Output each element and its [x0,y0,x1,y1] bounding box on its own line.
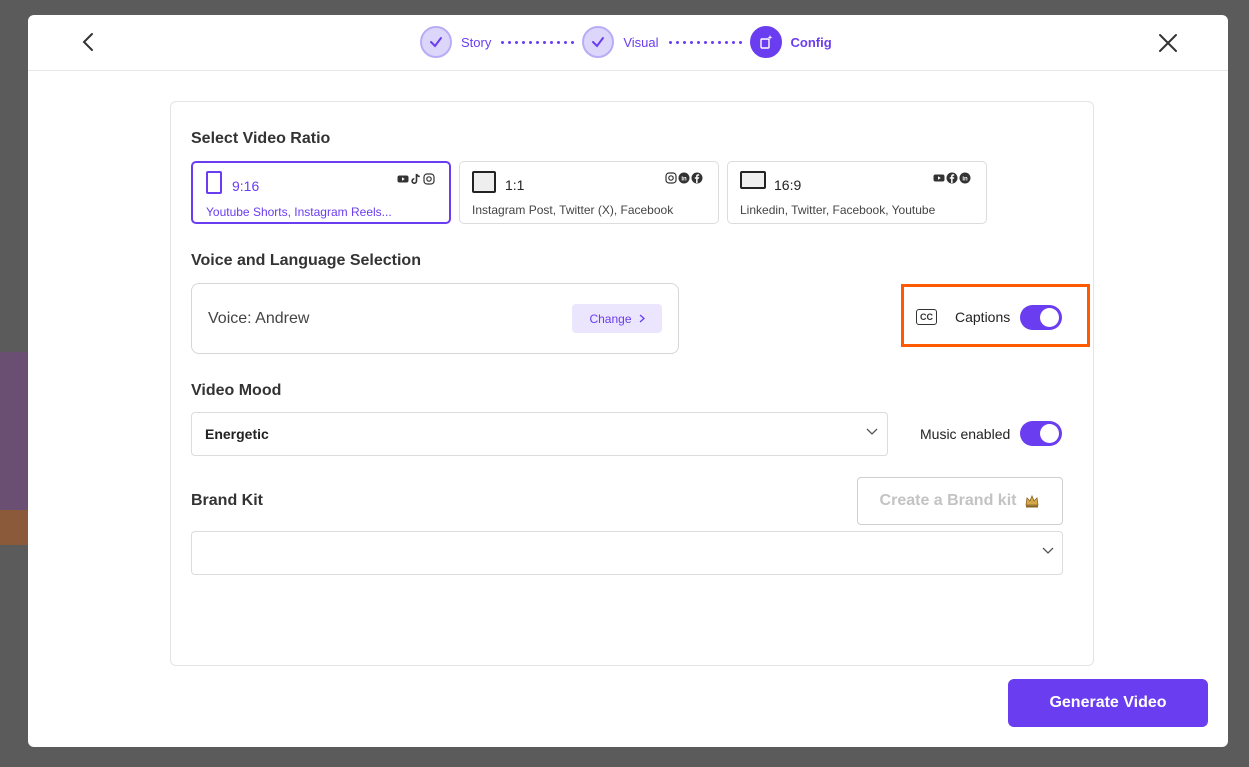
close-button[interactable] [1156,31,1180,55]
svg-text:in: in [962,176,968,182]
check-icon [592,37,605,48]
step-story-label: Story [461,34,492,50]
change-voice-button[interactable]: Change [572,304,662,333]
brand-section-title: Brand Kit [191,492,263,509]
back-button[interactable] [78,31,100,53]
background-thumbnail-footer [0,510,28,545]
mood-select[interactable]: Energetic [191,412,888,456]
youtube-icon [933,174,945,182]
step-connector [501,40,575,44]
closed-captions-icon: CC [916,309,937,325]
close-icon [1159,34,1177,52]
ratio-option-16-9[interactable]: 16:9 Linkedin, Twitter, Facebook, Youtub… [727,161,987,224]
ratio-description: Linkedin, Twitter, Facebook, Youtube [740,203,936,217]
brand-kit-select[interactable] [191,531,1063,575]
voice-current: Voice: Andrew [208,310,310,327]
change-voice-label: Change [589,311,632,326]
ratio-platform-icons: in [665,172,703,184]
ratio-description: Youtube Shorts, Instagram Reels... [206,205,392,219]
music-toggle[interactable] [1020,421,1062,446]
step-config-circle [749,26,782,58]
captions-toggle[interactable] [1020,305,1062,330]
check-icon [430,37,442,48]
voice-section-title: Voice and Language Selection [191,252,421,269]
step-story[interactable]: Story [420,26,491,58]
facebook-icon [946,172,958,184]
config-card: Select Video Ratio 9:16 Youtube Shorts, … [170,101,1094,666]
svg-text:in: in [681,176,687,182]
ratio-label: 9:16 [232,178,260,194]
step-visual-label: Visual [623,34,659,50]
youtube-icon [397,175,409,183]
toggle-knob [1040,308,1059,327]
ratio-label: 16:9 [774,177,802,193]
instagram-icon [423,173,435,185]
chevron-right-icon [639,314,645,323]
ratio-platform-icons: in [933,172,971,184]
voice-selector: Voice: Andrew Change [191,283,679,354]
facebook-icon [691,172,703,184]
chevron-down-icon [866,428,878,435]
ratio-description: Instagram Post, Twitter (X), Facebook [472,203,674,217]
config-modal: Story Visual Config Select Video Ratio 9… [28,15,1228,747]
magic-edit-icon [759,35,772,49]
square-ratio-icon [472,171,496,193]
linkedin-icon: in [678,172,690,184]
ratio-option-1-1[interactable]: 1:1 Instagram Post, Twitter (X), Faceboo… [459,161,719,224]
create-brand-kit-label: Create a Brand kit [879,492,1017,509]
linkedin-icon: in [959,172,971,184]
ratio-label: 1:1 [505,177,525,193]
stepper: Story Visual Config [420,25,832,59]
step-visual-circle [582,26,615,58]
mood-section-title: Video Mood [191,382,282,399]
generate-video-button[interactable]: Generate Video [1008,679,1208,727]
tiktok-icon [411,173,420,184]
step-config[interactable]: Config [749,26,832,58]
step-config-label: Config [790,34,832,50]
toggle-knob [1040,424,1059,443]
mood-select-value: Energetic [205,426,269,442]
step-story-circle [420,26,452,58]
ratio-platform-icons [397,173,435,185]
ratio-section-title: Select Video Ratio [191,130,331,147]
music-enabled-label: Music enabled [920,426,1011,442]
step-connector [668,40,742,44]
instagram-icon [665,172,677,184]
portrait-ratio-icon [206,171,222,194]
captions-label: Captions [955,309,1011,325]
modal-header: Story Visual Config [28,15,1228,71]
crown-sparkle-icon [1026,494,1039,508]
chevron-down-icon [1042,547,1054,554]
landscape-ratio-icon [740,171,766,189]
step-visual[interactable]: Visual [582,26,659,58]
chevron-left-icon [82,33,93,51]
create-brand-kit-button[interactable]: Create a Brand kit [857,477,1063,525]
ratio-option-9-16[interactable]: 9:16 Youtube Shorts, Instagram Reels... [191,161,451,224]
